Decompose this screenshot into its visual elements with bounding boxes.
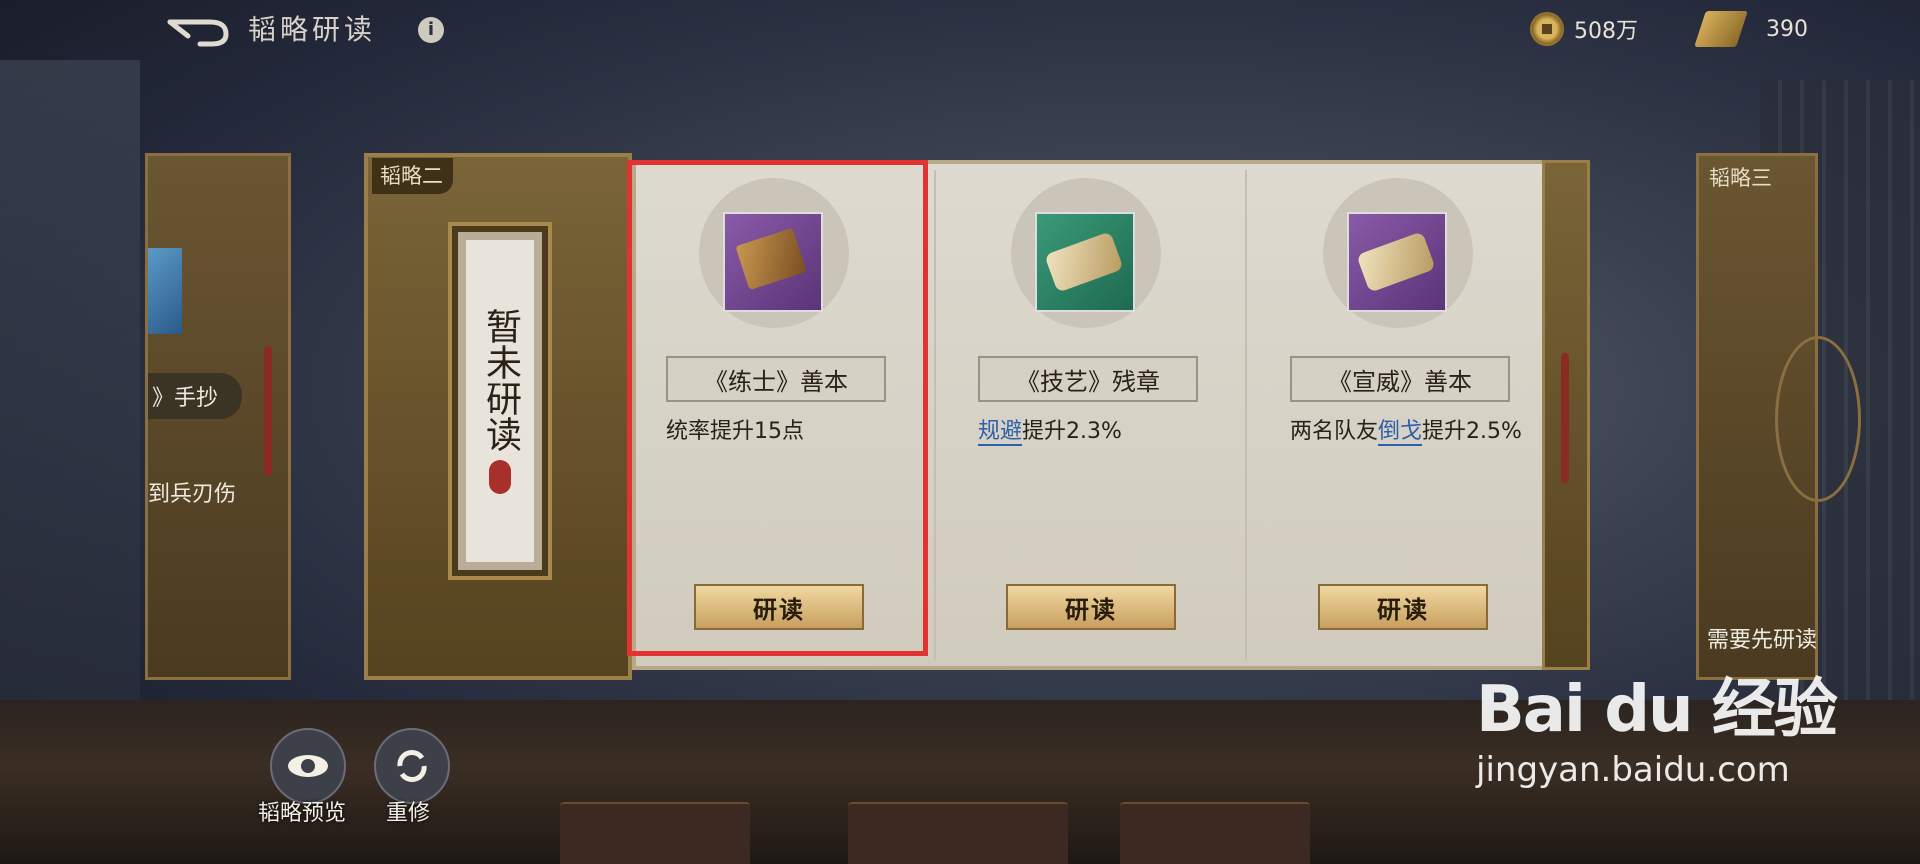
book-effect: 两名队友倒戈提升2.5% [1290, 419, 1522, 446]
status-text: 暂未研读 [480, 308, 521, 452]
scroll-amount: 390 [1766, 16, 1808, 42]
scroll-counter: 390 [1694, 11, 1808, 47]
unlock-requirement: 需要先研读 [1707, 628, 1818, 653]
watermark-logo: Bai du 经验 [1476, 673, 1838, 747]
coin-amount: 508万 [1574, 19, 1638, 44]
study-button[interactable]: 研读 [1006, 584, 1176, 630]
background-book [1120, 802, 1310, 864]
reset-label[interactable]: 重修 [386, 795, 430, 827]
decorative-rod [264, 346, 272, 476]
lock-circle [1775, 336, 1861, 502]
preview-label[interactable]: 韬略预览 [258, 795, 346, 827]
book-card: 《技艺》残章 规避提升2.3% 研读 [944, 160, 1254, 670]
back-arrow-icon[interactable] [166, 14, 230, 48]
background-window-left [0, 60, 140, 700]
seal-stamp-icon [489, 460, 511, 494]
item-name: 》手抄 [152, 386, 219, 411]
background-book [848, 802, 1068, 864]
previous-group-panel[interactable]: 》手抄 到兵刃伤 [145, 153, 291, 680]
refresh-icon[interactable] [374, 728, 450, 804]
info-icon[interactable]: i [418, 17, 444, 43]
coin-icon [1530, 12, 1564, 46]
book-icon [148, 248, 182, 334]
effect-keyword-link[interactable]: 规避 [978, 419, 1023, 446]
scroll-book-icon [1035, 212, 1135, 312]
book-name: 《宣威》善本 [1290, 356, 1510, 402]
book-effect: 规避提升2.3% [978, 419, 1122, 446]
coin-counter: 508万 [1530, 12, 1638, 46]
frame-edge [1542, 160, 1590, 670]
highlight-box [627, 160, 928, 656]
eye-icon[interactable] [270, 728, 346, 804]
book-card: 《宣威》善本 两名队友倒戈提升2.5% 研读 [1256, 160, 1566, 670]
scroll-book-icon [1347, 212, 1447, 312]
study-button[interactable]: 研读 [1318, 584, 1488, 630]
next-group-panel[interactable]: 韬略三 需要先研读 [1696, 153, 1861, 680]
scroll-icon [1694, 11, 1748, 47]
group-tag: 韬略三 [1709, 166, 1772, 190]
status-plaque: 暂未研读 [452, 226, 548, 576]
group-tag: 韬略二 [372, 158, 453, 194]
book-name: 《技艺》残章 [978, 356, 1198, 402]
watermark-url: jingyan.baidu.com [1476, 750, 1790, 790]
baidu-watermark: Bai du 经验 jingyan.baidu.com [1476, 658, 1838, 790]
page-title: 韬略研读 [248, 13, 377, 46]
decorative-rod [1561, 353, 1569, 483]
background-book [560, 802, 750, 864]
effect-keyword-link[interactable]: 倒戈 [1378, 419, 1423, 446]
item-name-plate: 》手抄 [148, 373, 242, 419]
item-desc: 到兵刃伤 [148, 482, 237, 507]
